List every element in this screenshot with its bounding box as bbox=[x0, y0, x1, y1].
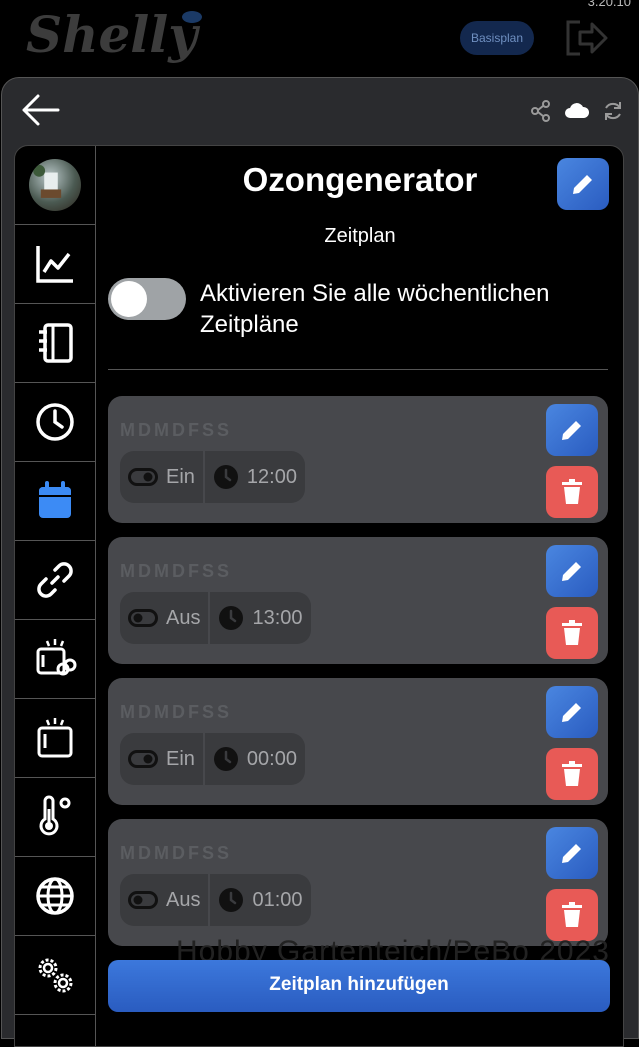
schedule-state: Aus bbox=[166, 888, 201, 911]
schedule-info: Ein 00:00 bbox=[120, 733, 305, 785]
schedule-days: MDMDFSS bbox=[120, 702, 232, 722]
edit-device-button[interactable] bbox=[557, 158, 609, 210]
edit-schedule-button[interactable] bbox=[546, 404, 598, 456]
trash-icon bbox=[562, 761, 582, 786]
schedule-state: Ein bbox=[166, 465, 195, 488]
schedule-days: MDMDFSS bbox=[120, 843, 232, 863]
page-subtitle: Zeitplan bbox=[324, 225, 396, 247]
delete-schedule-button[interactable] bbox=[546, 466, 598, 518]
settings-icon bbox=[38, 958, 73, 993]
pencil-icon bbox=[562, 562, 581, 581]
version-label: 3.20.10 bbox=[587, 0, 631, 9]
schedule-card[interactable]: MDMDFSS Aus 01:00 bbox=[108, 819, 608, 946]
toggle-state-icon bbox=[128, 468, 158, 486]
avatar bbox=[29, 159, 81, 211]
toggle-state-icon bbox=[128, 891, 158, 909]
link-icon bbox=[37, 562, 73, 598]
clock-icon bbox=[36, 403, 74, 441]
clock-icon bbox=[213, 465, 238, 489]
schedule-info: Ein 12:00 bbox=[120, 451, 305, 503]
clock-icon bbox=[219, 888, 244, 912]
chart-icon bbox=[36, 246, 73, 283]
sidebar-item-actions[interactable] bbox=[15, 541, 95, 620]
toggle-knob bbox=[111, 281, 147, 317]
shelly-logo: Shelly bbox=[24, 5, 214, 70]
clock-icon bbox=[219, 606, 244, 630]
sidebar-item-internet[interactable] bbox=[15, 857, 95, 936]
pencil-icon bbox=[573, 175, 592, 194]
schedule-days: MDMDFSS bbox=[120, 420, 232, 440]
schedule-time: 13:00 bbox=[252, 606, 303, 629]
toggle-state-icon bbox=[128, 609, 158, 627]
sidebar-item-scenes[interactable] bbox=[15, 620, 95, 699]
schedule-time: 01:00 bbox=[252, 888, 303, 911]
plan-button[interactable]: Basisplan bbox=[460, 21, 534, 55]
sidebar-item-schedule[interactable] bbox=[15, 462, 95, 541]
schedule-info: Aus 01:00 bbox=[120, 874, 311, 926]
schedule-info: Aus 13:00 bbox=[120, 592, 311, 644]
clock-icon bbox=[213, 747, 238, 771]
logout-icon[interactable] bbox=[564, 18, 608, 58]
sidebar-item-timer[interactable] bbox=[15, 383, 95, 462]
sidebar-item-temperature[interactable] bbox=[15, 778, 95, 857]
sidebar-item-settings[interactable] bbox=[15, 936, 95, 1015]
notebook-icon bbox=[39, 323, 73, 363]
trash-icon bbox=[562, 479, 582, 504]
schedule-time: 12:00 bbox=[246, 465, 297, 488]
trash-icon bbox=[562, 620, 582, 645]
back-arrow-icon[interactable] bbox=[18, 92, 62, 128]
delete-schedule-button[interactable] bbox=[546, 748, 598, 800]
delete-schedule-button[interactable] bbox=[546, 889, 598, 941]
page-title: Ozongenerator bbox=[242, 161, 478, 198]
schedule-card[interactable]: MDMDFSS Ein 12:00 bbox=[108, 396, 608, 523]
toggle-state-icon bbox=[128, 750, 158, 768]
pencil-icon bbox=[562, 703, 581, 722]
schedule-time: 00:00 bbox=[246, 747, 297, 770]
edit-schedule-button[interactable] bbox=[546, 827, 598, 879]
schedule-card[interactable]: MDMDFSS Ein 00:00 bbox=[108, 678, 608, 805]
schedule-card[interactable]: MDMDFSS Aus 13:00 bbox=[108, 537, 608, 664]
edit-schedule-button[interactable] bbox=[546, 545, 598, 597]
weekly-schedules-label: Aktivieren Sie alle wöchentlichen Zeitpl… bbox=[200, 280, 550, 338]
trash-icon bbox=[562, 902, 582, 927]
svg-text:Shelly: Shelly bbox=[26, 6, 200, 64]
delete-schedule-button[interactable] bbox=[546, 607, 598, 659]
divider bbox=[108, 369, 608, 370]
sidebar-item-avatar[interactable] bbox=[15, 146, 95, 225]
thermometer-icon bbox=[39, 795, 71, 836]
device-icon bbox=[37, 718, 73, 758]
pencil-icon bbox=[562, 421, 581, 440]
calendar-icon bbox=[39, 481, 71, 518]
weekly-schedules-toggle[interactable] bbox=[108, 278, 186, 320]
sidebar-item-device[interactable] bbox=[15, 699, 95, 778]
schedule-state: Aus bbox=[166, 606, 201, 629]
add-schedule-button[interactable]: Zeitplan hinzufügen bbox=[108, 960, 610, 1012]
share-icon[interactable] bbox=[530, 100, 552, 122]
sidebar-item-statistics[interactable] bbox=[15, 225, 95, 304]
edit-schedule-button[interactable] bbox=[546, 686, 598, 738]
schedule-state: Ein bbox=[166, 747, 195, 770]
cloud-icon bbox=[564, 100, 590, 122]
sidebar bbox=[15, 146, 96, 1046]
pencil-icon bbox=[562, 844, 581, 863]
schedule-days: MDMDFSS bbox=[120, 561, 232, 581]
sidebar-item-log[interactable] bbox=[15, 304, 95, 383]
refresh-icon[interactable] bbox=[602, 100, 624, 122]
scenes-icon bbox=[36, 639, 77, 676]
content-frame: Ozongenerator Zeitplan Aktivieren Sie al… bbox=[14, 145, 624, 1047]
globe-icon bbox=[36, 877, 74, 915]
